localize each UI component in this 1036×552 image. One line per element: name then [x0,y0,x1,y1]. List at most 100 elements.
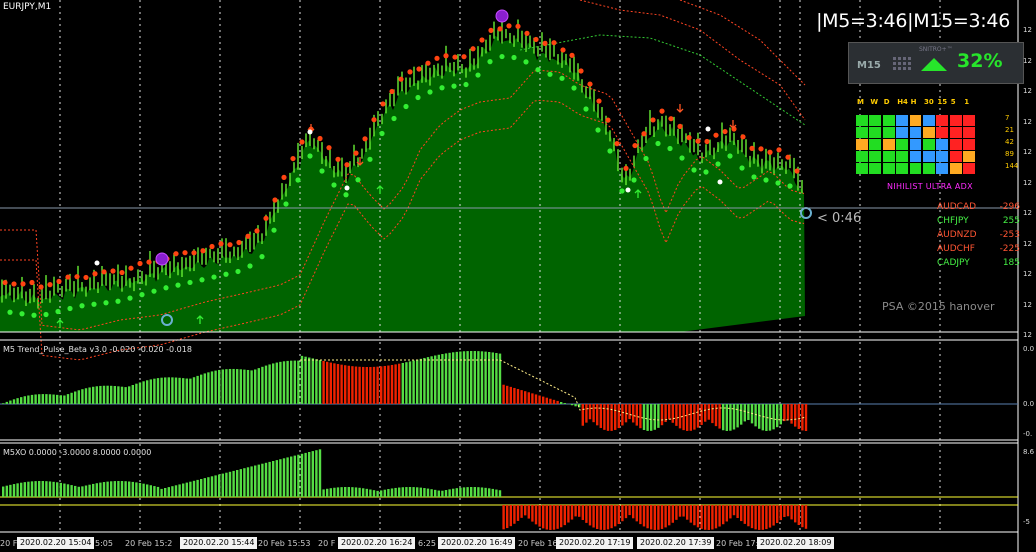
signal-dot-red [677,123,683,129]
matrix-cell [949,151,962,162]
histogram-bar [398,363,401,404]
histogram-bar [322,360,325,404]
signal-dot-green [271,227,277,233]
histogram-bar [95,386,98,404]
matrix-cell [909,127,922,138]
histogram-bar [642,404,646,430]
histogram-bar [142,483,145,497]
white-dot [625,187,631,193]
histogram-bar [412,360,415,404]
matrix-cell [856,127,868,138]
histogram-bar [426,488,430,497]
histogram-bar [725,505,728,522]
signal-dot-red [263,215,269,221]
histogram-bar [293,360,296,404]
histogram-bar [779,404,782,425]
histogram-bar [110,385,113,404]
histogram-bar [329,362,332,404]
signal-dot-red [506,23,512,29]
signal-dot-red [11,281,17,287]
histogram-bar [59,395,62,404]
matrix-cell [896,139,909,150]
time-tick: 20 F [318,539,336,548]
histogram-bar [408,361,412,404]
histogram-bar [2,486,5,497]
signal-dot-green [607,148,613,154]
matrix-cell [949,115,962,126]
matrix-cell [909,163,922,174]
histogram-bar [437,354,440,404]
signal-dot-red [713,132,719,138]
histogram-bar [146,380,149,404]
histogram-bar [200,374,203,404]
histogram-bar [347,487,350,497]
histogram-bar [30,481,34,497]
histogram-bar [779,505,782,521]
signal-dot-red [272,197,278,203]
histogram-bar [758,505,761,530]
signal-dot-red [317,135,323,142]
histogram-bar [419,487,422,497]
histogram-bar [70,392,73,404]
time-crosshair-label: 2020.02.20 17:19 [556,537,634,549]
histogram-bar [596,505,599,529]
histogram-bar [635,404,638,426]
histogram-bar [70,485,73,497]
down-arrow-icon [676,104,684,113]
histogram-bar [189,481,192,497]
chart-title: EURJPY,M1 [3,2,52,12]
signal-dot-red [236,239,242,246]
histogram-bar [761,505,764,530]
histogram-bar [768,505,772,528]
histogram-bar [722,505,725,525]
widget-tag: SNITRO+™ [919,46,953,53]
purple-marker-icon [155,252,169,266]
histogram-bar [588,505,592,526]
histogram-bar [156,486,160,497]
histogram-bar [743,505,746,524]
matrix-cell [963,127,976,138]
histogram-bar [495,352,498,404]
histogram-bar [56,394,59,404]
signal-dot-red [470,46,476,52]
matrix-cell [963,151,976,162]
signal-dot-red [524,30,530,36]
matrix-header: 5 [950,98,956,106]
histogram-bar [304,452,307,497]
histogram-bar [567,505,570,523]
price-tick: 12 [1023,26,1032,34]
matrix-cell [963,139,976,150]
histogram-bar [347,365,350,404]
signal-dot-green [535,67,541,73]
histogram-bar [448,489,451,497]
histogram-bar [750,505,754,529]
price-tick: 12 [1023,270,1032,278]
time-tick: 5:05 [95,539,113,548]
histogram-bar [689,404,692,431]
histogram-bar [711,505,714,530]
histogram-bar [135,482,138,497]
signal-dot-red [200,248,206,254]
histogram-bar [484,351,487,404]
signal-dot-green [175,282,181,288]
matrix-cell [923,163,935,174]
signal-dot-green [103,300,109,306]
histogram-bar [412,487,415,497]
histogram-bar [228,368,232,404]
histogram-bar [758,404,761,429]
signal-dot-red [659,108,665,114]
histogram-bar [380,490,383,497]
histogram-bar [545,505,548,530]
signal-dot-red [776,147,782,153]
histogram-bar [182,483,185,497]
histogram-bar [495,489,498,497]
matrix-cell [936,115,949,126]
histogram-bar [603,404,606,430]
signal-dot-green [619,188,625,194]
histogram-bar [797,404,800,429]
histogram-bar [520,505,523,518]
histogram-bar [516,389,520,404]
signal-dot-green [427,89,433,95]
histogram-bar [621,505,624,522]
signal-dot-green [715,161,721,167]
